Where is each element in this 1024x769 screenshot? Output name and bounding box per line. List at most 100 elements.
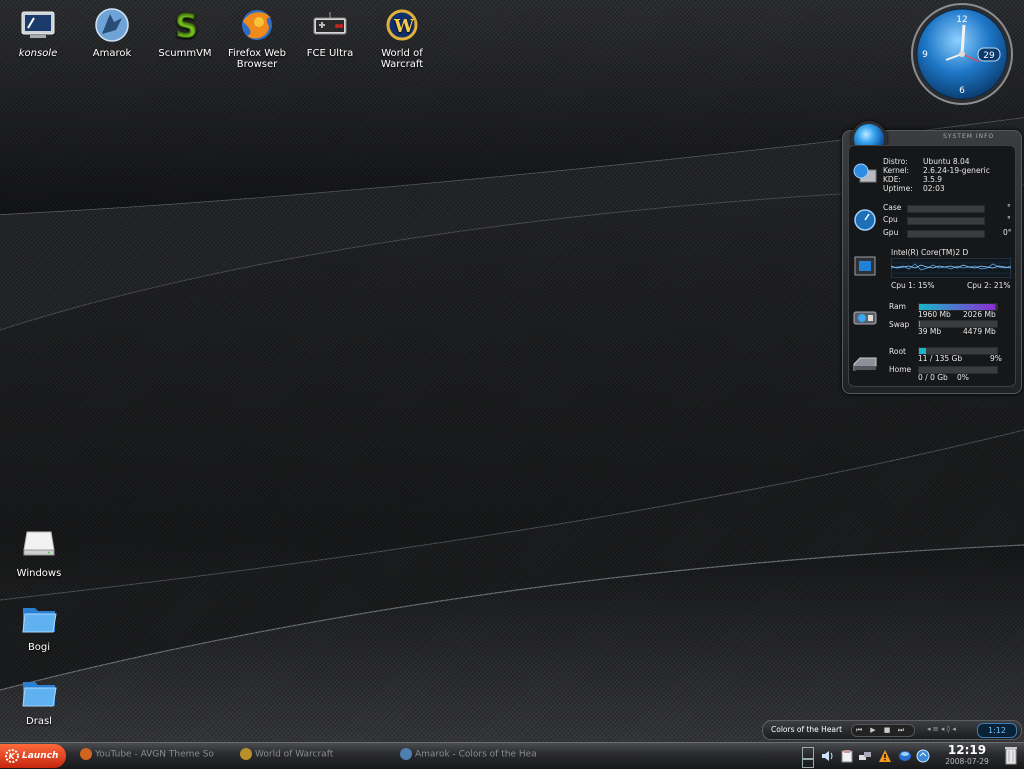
- speaker-icon[interactable]: [820, 749, 834, 763]
- task-amarok[interactable]: Amarok - Colors of the Hea: [400, 748, 550, 764]
- ram-total: 2026 Mb: [963, 310, 996, 319]
- folder-icon: [21, 602, 57, 638]
- clipboard-icon[interactable]: [840, 749, 854, 763]
- computer-globe-icon: [853, 163, 877, 183]
- root-percent: 9%: [990, 354, 1002, 363]
- case-temp-value: °: [1007, 203, 1011, 212]
- desktop-icon-label: Amarok: [92, 48, 132, 59]
- temperature-gauge-icon: [854, 209, 876, 231]
- taskbar: K Launch YouTube - AVGN Theme So World o…: [0, 742, 1024, 769]
- system-info-widget: SYSTEM INFO Distro: Ubuntu 8.04 Kernel: …: [842, 121, 1022, 394]
- task-label: YouTube - AVGN Theme So: [95, 749, 214, 760]
- desktop-icon-amarok[interactable]: Amarok: [72, 8, 152, 59]
- desktop-pager-icon[interactable]: [802, 747, 814, 759]
- swap-used: 39 Mb: [918, 327, 942, 336]
- bluetooth-icon[interactable]: [898, 749, 912, 763]
- warning-icon[interactable]: [878, 749, 892, 763]
- swap-total: 4479 Mb: [963, 327, 996, 336]
- next-icon[interactable]: ⏭: [894, 725, 908, 736]
- clock-numeral: 12: [956, 15, 967, 25]
- distro-label: Distro:: [883, 157, 908, 166]
- svg-text:W: W: [393, 16, 415, 37]
- cpu-usage-graph: [891, 258, 1011, 278]
- kde-launch-button[interactable]: K Launch: [0, 744, 66, 768]
- desktop-icon-windows[interactable]: Windows: [0, 528, 79, 579]
- uptime-value: 02:03: [923, 184, 945, 193]
- swap-label: Swap: [889, 320, 910, 329]
- clock-numeral: 9: [922, 50, 928, 60]
- case-temp-bar: [907, 205, 985, 213]
- media-player-widget[interactable]: Colors of the Heart ⏮ ▶ ■ ⏭ ◂ ≡ ◂ ◊ ◂ 1:12: [762, 720, 1022, 740]
- hard-disk-icon: [853, 357, 877, 371]
- memory-icon: [853, 311, 877, 325]
- home-percent: 0%: [957, 373, 969, 382]
- analog-clock-widget[interactable]: 12 9 6 29: [906, 2, 1018, 106]
- stop-icon[interactable]: ■: [880, 725, 894, 736]
- taskbar-clock[interactable]: 12:19 2008-07-29: [936, 744, 998, 767]
- kde-gear-icon: K: [5, 749, 19, 763]
- desktop-icon-label: Windows: [16, 568, 62, 579]
- desktop-icon-label: ScummVM: [158, 48, 212, 59]
- desktop-icon-konsole[interactable]: konsole: [0, 8, 78, 59]
- wow-icon: [240, 748, 252, 760]
- desktop-icon-wow[interactable]: W World of Warcraft: [362, 8, 442, 70]
- gpu-temp-label: Gpu: [883, 228, 899, 237]
- amarok-icon: [400, 748, 412, 760]
- now-playing-title: Colors of the Heart: [771, 725, 843, 734]
- playback-controls: ⏮ ▶ ■ ⏭: [851, 724, 915, 737]
- wow-icon: W: [384, 8, 420, 44]
- widget-header: SYSTEM INFO: [943, 133, 995, 140]
- play-icon[interactable]: ▶: [866, 725, 880, 736]
- desktop-icon-label: konsole: [18, 48, 58, 59]
- firefox-icon: [239, 8, 275, 44]
- scummvm-icon: S: [167, 7, 203, 46]
- clock-numeral: 6: [959, 86, 965, 96]
- desktop-icon-firefox[interactable]: Firefox Web Browser: [217, 8, 297, 70]
- desktop-icon-label: World of Warcraft: [380, 48, 424, 70]
- desktop-icon-scummvm[interactable]: S ScummVM: [145, 7, 225, 60]
- root-label: Root: [889, 347, 906, 356]
- home-usage: 0 / 0 Gb: [918, 373, 948, 382]
- desktop-icon-fceultra[interactable]: FCE Ultra: [290, 8, 370, 59]
- kde-label: KDE:: [883, 175, 901, 184]
- ram-used: 1960 Mb: [918, 310, 951, 319]
- firefox-icon: [80, 748, 92, 760]
- desktop-icon-label: FCE Ultra: [306, 48, 354, 59]
- case-temp-label: Case: [883, 203, 902, 212]
- svg-text:S: S: [175, 8, 198, 42]
- gpu-temp-bar: [907, 230, 985, 238]
- folder-icon: [21, 676, 57, 712]
- cpu-temp-bar: [907, 217, 985, 225]
- previous-icon[interactable]: ⏮: [852, 725, 866, 736]
- track-time: 1:12: [977, 723, 1017, 738]
- desktop-icon-drasl[interactable]: Drasl: [0, 676, 79, 727]
- launch-label: Launch: [22, 751, 59, 761]
- trash-icon[interactable]: [1004, 746, 1018, 765]
- clock-date: 29: [983, 51, 995, 61]
- desktop-icon-label: Bogi: [27, 642, 51, 653]
- ram-label: Ram: [889, 302, 906, 311]
- svg-text:K: K: [9, 752, 16, 761]
- task-world-of-warcraft[interactable]: World of Warcraft: [240, 748, 390, 764]
- kde-value: 3.5.9: [923, 175, 943, 184]
- kernel-label: Kernel:: [883, 166, 910, 175]
- terminal-icon: [20, 8, 56, 44]
- network-icon[interactable]: [858, 749, 872, 763]
- task-youtube[interactable]: YouTube - AVGN Theme So: [80, 748, 230, 764]
- kernel-value: 2.6.24-19-generic: [923, 166, 990, 175]
- cpu-temp-label: Cpu: [883, 215, 898, 224]
- cpu-model: Intel(R) Core(TM)2 D: [891, 248, 969, 257]
- gpu-temp-value: 0°: [1003, 228, 1012, 237]
- uptime-label: Uptime:: [883, 184, 913, 193]
- desktop-icon-bogi[interactable]: Bogi: [0, 602, 79, 653]
- desktop-icon-label: Drasl: [26, 716, 52, 727]
- desktop-icon-label: Firefox Web Browser: [227, 48, 287, 70]
- drive-icon: [21, 528, 57, 564]
- task-label: World of Warcraft: [255, 749, 334, 760]
- home-label: Home: [889, 365, 912, 374]
- volume-control[interactable]: ◂ ≡ ◂ ◊ ◂: [927, 725, 956, 733]
- cpu-temp-value: °: [1007, 215, 1011, 224]
- update-icon[interactable]: [916, 749, 930, 763]
- desktop-pager-icon[interactable]: [802, 759, 814, 768]
- cpu2-usage: Cpu 2: 21%: [967, 281, 1011, 290]
